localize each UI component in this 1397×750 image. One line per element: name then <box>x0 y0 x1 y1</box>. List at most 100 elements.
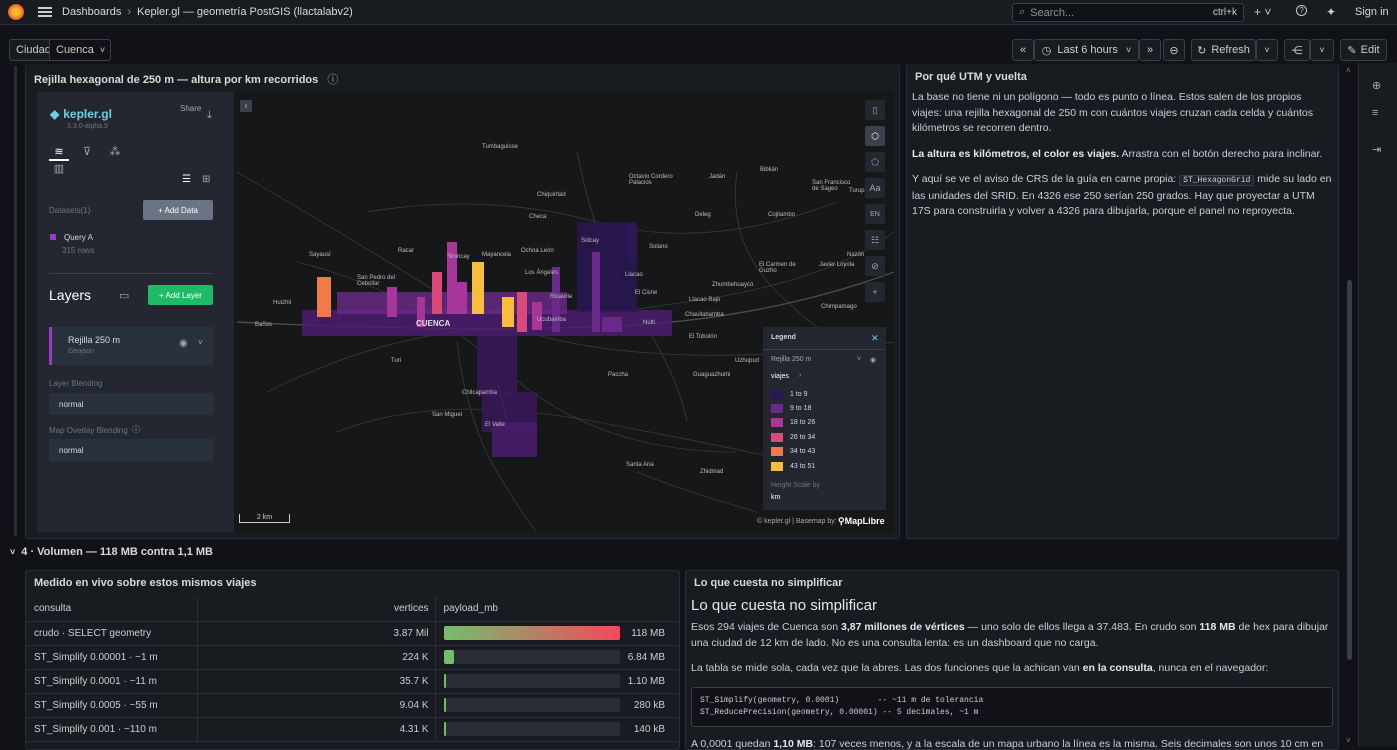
map-label: CUENCA <box>416 319 450 328</box>
plus-icon[interactable]: + ˅ <box>1254 5 1271 19</box>
map-pin-icon: ⚲ <box>838 516 845 526</box>
share-button[interactable]: Share <box>180 104 201 113</box>
breadcrumb-dashboards[interactable]: Dashboards <box>62 6 121 18</box>
folder-icon[interactable]: ▭ <box>119 289 129 302</box>
map-style-icon[interactable]: ⊘ <box>865 256 885 276</box>
chevron-down-icon: ˅ <box>1126 45 1131 55</box>
legend-item: 34 to 43 <box>771 447 815 456</box>
map-label: Paccha <box>608 372 628 378</box>
collapse-panel-icon[interactable]: ‹ <box>240 100 252 112</box>
map-label: El Tobolón <box>689 334 717 340</box>
map-label: Zhumbehuayco <box>712 282 753 288</box>
dock-icon[interactable]: ⇥ <box>1372 143 1381 156</box>
main-scrollbar[interactable] <box>1347 280 1352 660</box>
table-row: ST_Simplify 0.001 · ~110 m 4.31 K 140 kB <box>26 717 680 741</box>
layer-blending-select[interactable]: normal <box>49 393 213 415</box>
legend-swatch <box>771 447 783 456</box>
sign-in-link[interactable]: Sign in <box>1355 6 1389 18</box>
chevron-down-icon[interactable]: ˅ <box>198 338 203 347</box>
column-header[interactable]: consulta <box>26 597 197 621</box>
edit-button[interactable]: ✎Edit <box>1340 39 1387 61</box>
column-header[interactable]: vertices <box>197 597 435 621</box>
share-dropdown[interactable]: ˅ <box>1310 39 1334 61</box>
eye-icon[interactable]: ◉ <box>870 356 876 364</box>
table-row: ST_Simplify 0.0005 · ~55 m 9.04 K 280 kB <box>26 693 680 717</box>
payload-bar-fill <box>444 674 446 688</box>
scroll-up-icon[interactable]: ˄ <box>1346 66 1351 75</box>
interaction-tab-icon[interactable]: ⁂ <box>105 145 125 161</box>
ai-sparkle-icon[interactable]: ✦ <box>1326 5 1336 19</box>
locale-icon[interactable]: Aa <box>865 178 885 198</box>
kepler-map[interactable]: CUENCA Sayausí Racar Sinincay Mayancela … <box>37 92 894 532</box>
vertices-cell: 35.7 K <box>197 669 435 693</box>
variable-select[interactable]: Cuenca˅ <box>49 39 111 61</box>
info-icon[interactable]: ⓘ <box>132 424 140 435</box>
refresh-button[interactable]: ↻Refresh <box>1191 39 1256 61</box>
dataset-name[interactable]: Query A <box>64 233 93 242</box>
map-label: Uzhupud <box>735 358 759 364</box>
text-panel-simplify: Lo que cuesta no simplificar Lo que cues… <box>685 570 1339 750</box>
language-en-icon[interactable]: EN <box>865 204 885 224</box>
layers-tab-icon[interactable]: ≋ <box>49 145 69 161</box>
close-icon[interactable]: ✕ <box>871 333 879 344</box>
download-icon[interactable]: ⤓ <box>207 109 212 122</box>
add-panel-icon[interactable]: ⊕ <box>1372 79 1381 92</box>
refresh-interval-dropdown[interactable]: ˅ <box>1256 39 1278 61</box>
info-icon[interactable]: ⓘ <box>327 74 338 86</box>
add-data-button[interactable]: + Add Data <box>143 200 213 220</box>
map-label: Turi <box>391 358 401 364</box>
eye-icon[interactable]: ◉ <box>179 338 188 349</box>
kepler-version: 3.3.0-alpha.9 <box>67 123 108 130</box>
zoom-out-time-icon[interactable]: ⊖ <box>1163 39 1185 61</box>
time-picker[interactable]: ◷Last 6 hours˅ <box>1034 39 1139 61</box>
map-label: Baños <box>255 322 272 328</box>
search-input[interactable]: ⌕Search...ctrl+k <box>1012 3 1244 22</box>
panel-heading: Lo que cuesta no simplificar <box>691 597 877 614</box>
share-icon[interactable]: ⋲ <box>1284 39 1310 61</box>
chevron-down-icon[interactable]: ˅ <box>857 356 861 363</box>
query-cell: ST_Simplify 0.00001 · ~1 m <box>26 645 197 669</box>
maplibre-logo[interactable]: ⚲MapLibre <box>838 516 885 527</box>
legend-swatch <box>771 390 783 399</box>
filter-tab-icon[interactable]: ⊽ <box>77 145 97 161</box>
layer-card[interactable]: Rejilla 250 m Geojson ◉ ˅ <box>49 327 213 365</box>
attribution[interactable]: © kepler.gl | Basemap by: <box>757 518 837 525</box>
help-icon[interactable]: ? <box>1296 5 1307 16</box>
column-header[interactable]: payload_mb <box>435 597 680 621</box>
map-label: El Carmen de Guzho <box>759 262 799 274</box>
time-forward-button[interactable]: » <box>1139 39 1161 61</box>
outline-icon[interactable]: ≡ <box>1372 107 1378 119</box>
row-header[interactable]: ˅4 · Volumen — 118 MB contra 1,1 MB <box>10 546 213 558</box>
left-scroll-track[interactable] <box>14 66 17 536</box>
basemap-tab-icon[interactable]: ▥ <box>49 162 69 178</box>
map-label: Chaullabamba <box>685 312 724 318</box>
datasets-label: Datasets(1) <box>49 206 90 215</box>
legend-swatch <box>771 462 783 471</box>
clock-icon: ◷ <box>1042 44 1052 57</box>
grafana-logo-icon[interactable] <box>8 4 24 20</box>
draw-polygon-icon[interactable]: ⬠ <box>865 152 885 172</box>
overlay-blending-select[interactable]: normal <box>49 439 213 461</box>
map-label: Javier Loyola <box>819 262 854 268</box>
table-view-icon[interactable]: ⊞ <box>202 174 210 185</box>
menu-icon[interactable] <box>38 7 52 17</box>
time-back-button[interactable]: « <box>1012 39 1034 61</box>
add-layer-button[interactable]: + Add Layer <box>148 285 213 305</box>
volume-table-panel: Medido en vivo sobre estos mismos viajes… <box>25 570 680 750</box>
legend-icon[interactable]: ☷ <box>865 230 885 250</box>
layer-type: Geojson <box>68 348 94 355</box>
map-label: El Cisne <box>635 290 657 296</box>
scroll-down-icon[interactable]: ˅ <box>1346 736 1351 745</box>
map-label: Chiquintad <box>537 192 566 198</box>
pencil-icon: ✎ <box>1347 44 1356 57</box>
chevron-right-icon[interactable]: › <box>799 372 801 379</box>
payload-bar <box>444 626 620 640</box>
zoom-in-icon[interactable]: + <box>865 282 885 302</box>
vertices-cell: 4.31 K <box>197 717 435 741</box>
divider <box>763 349 886 350</box>
map-label: Sayausí <box>309 252 331 258</box>
split-map-icon[interactable]: ▯ <box>865 100 885 120</box>
map-label: Deleg <box>695 212 711 218</box>
3d-cube-icon[interactable]: ⬡ <box>865 126 885 146</box>
list-view-icon[interactable]: ☰ <box>182 174 191 185</box>
